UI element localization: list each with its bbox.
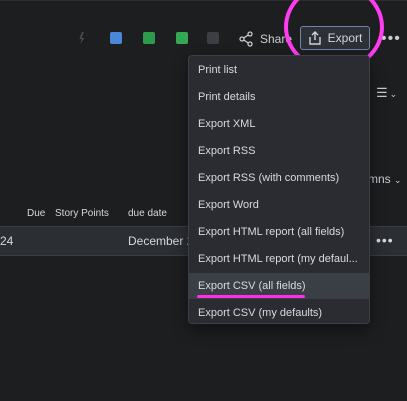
menu-item-export-xml[interactable]: Export XML	[189, 111, 369, 137]
export-label: Export	[327, 31, 363, 45]
menu-item-print-details[interactable]: Print details	[189, 84, 369, 110]
menu-item-print-list[interactable]: Print list	[189, 57, 369, 83]
chevron-down-icon: ⌄	[389, 89, 398, 99]
share-button[interactable]: Share	[238, 28, 292, 50]
annotation-underline	[197, 295, 305, 298]
excel-icon[interactable]	[143, 32, 155, 44]
menu-item-export-word[interactable]: Export Word	[189, 192, 369, 218]
share-label: Share	[260, 32, 293, 46]
menu-item-export-html-all[interactable]: Export HTML report (all fields)	[189, 219, 369, 245]
list-icon: ☰	[376, 85, 388, 100]
top-divider	[0, 0, 407, 1]
copy-icon[interactable]	[110, 32, 122, 44]
row-prefix: 24	[0, 234, 14, 248]
export-dropdown-menu: Print list Print details Export XML Expo…	[188, 55, 370, 324]
row-due-date: December 2	[128, 234, 194, 248]
menu-item-export-rss[interactable]: Export RSS	[189, 138, 369, 164]
row-more-icon[interactable]: •••	[376, 232, 394, 248]
export-button[interactable]: Export	[300, 26, 370, 50]
issue-toolbar: Share Export •••	[0, 20, 407, 56]
view-menu-button[interactable]: ☰ ⌄	[376, 85, 397, 101]
more-icon[interactable]: •••	[381, 30, 401, 48]
share-icon	[239, 31, 253, 47]
header-due-date[interactable]: due date	[128, 208, 167, 219]
header-story-points[interactable]: Story Points	[55, 208, 109, 219]
upload-icon	[308, 31, 321, 45]
header-due[interactable]: Due	[27, 208, 45, 219]
columns-button[interactable]: mns ⌄	[368, 172, 402, 186]
sheet-icon[interactable]	[176, 32, 188, 44]
menu-item-export-rss-comments[interactable]: Export RSS (with comments)	[189, 165, 369, 191]
menu-item-export-csv-defaults[interactable]: Export CSV (my defaults)	[189, 300, 369, 326]
columns-label: mns	[368, 172, 391, 186]
puzzle-icon[interactable]	[207, 32, 219, 44]
chevron-down-icon: ⌄	[394, 175, 402, 185]
lightning-icon[interactable]	[79, 32, 85, 44]
menu-item-export-html-defaults[interactable]: Export HTML report (my defaul...	[189, 246, 369, 272]
